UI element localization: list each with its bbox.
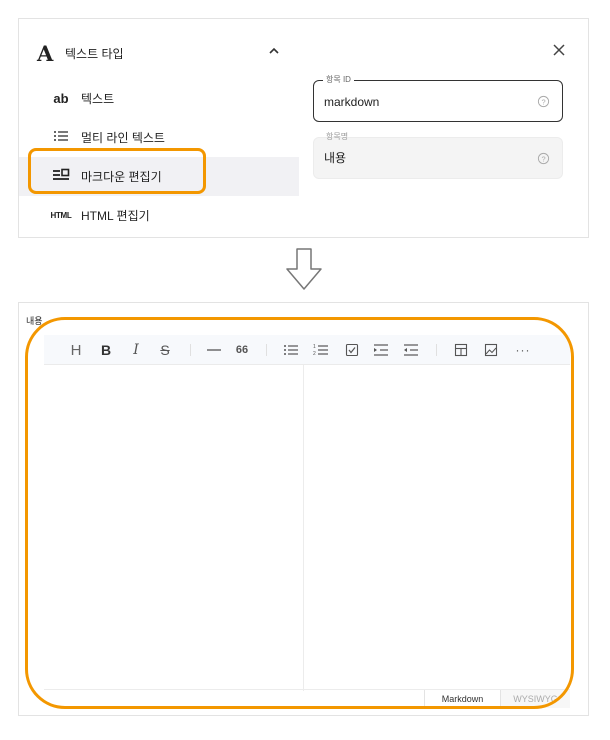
- type-selector-title: 텍스트 타입: [65, 47, 124, 61]
- type-item-html-editor[interactable]: HTML HTML 편집기: [19, 196, 299, 235]
- toolbar-separator: [190, 344, 191, 356]
- type-item-text[interactable]: ab 텍스트: [19, 79, 299, 118]
- type-item-label: 텍스트: [81, 92, 115, 106]
- chevron-up-icon[interactable]: [267, 44, 281, 58]
- type-item-label: 멀티 라인 텍스트: [81, 131, 165, 145]
- image-icon[interactable]: [480, 335, 502, 365]
- toolbar-separator: [266, 344, 267, 356]
- svg-text:?: ?: [541, 97, 545, 106]
- help-icon[interactable]: ?: [537, 152, 550, 165]
- heading-icon[interactable]: H: [66, 335, 86, 365]
- more-options-icon[interactable]: ···: [512, 335, 534, 365]
- item-id-field[interactable]: 항목 ID ?: [313, 75, 563, 122]
- type-item-label: HTML 편집기: [81, 209, 150, 223]
- ab-text-icon: ab: [53, 91, 69, 106]
- svg-text:1: 1: [313, 344, 316, 350]
- outdent-icon[interactable]: [400, 335, 422, 365]
- item-id-label: 항목 ID: [323, 75, 354, 85]
- mode-tab-markdown[interactable]: Markdown: [424, 690, 500, 708]
- item-id-input[interactable]: [324, 95, 524, 109]
- font-a-icon: A: [37, 41, 54, 66]
- item-name-field[interactable]: 항목명 ?: [313, 132, 563, 179]
- task-list-icon[interactable]: [341, 335, 363, 365]
- down-arrow-icon: [286, 248, 322, 290]
- markdown-edit-area[interactable]: [44, 365, 570, 691]
- toolbar-separator: [436, 344, 437, 356]
- svg-text:2: 2: [313, 351, 316, 357]
- editor-toolbar: H B I S 66 1 2 ···: [44, 335, 570, 365]
- bold-icon[interactable]: B: [96, 335, 116, 365]
- indent-icon[interactable]: [370, 335, 392, 365]
- italic-icon[interactable]: I: [126, 335, 146, 365]
- table-icon[interactable]: [450, 335, 472, 365]
- list-lines-icon: [51, 129, 71, 146]
- help-icon[interactable]: ?: [537, 95, 550, 108]
- markdown-editor-panel: 내용 H B I S 66 1 2 ··· Markdown WYSIWYG: [18, 302, 589, 716]
- ordered-list-icon[interactable]: 1 2: [310, 335, 332, 365]
- html-icon: HTML: [50, 211, 72, 220]
- editor-label: 내용: [26, 316, 43, 326]
- item-name-input[interactable]: [324, 150, 524, 164]
- mode-switch-bar: Markdown WYSIWYG: [44, 689, 570, 708]
- strikethrough-icon[interactable]: S: [154, 335, 176, 365]
- bullet-list-icon[interactable]: [280, 335, 302, 365]
- mode-tab-wysiwyg[interactable]: WYSIWYG: [500, 690, 570, 708]
- preview-divider: [303, 365, 304, 691]
- horizontal-line-icon[interactable]: [204, 335, 224, 365]
- svg-text:?: ?: [541, 154, 545, 163]
- type-selector-header[interactable]: A 텍스트 타입: [19, 19, 299, 83]
- text-type-dialog: A 텍스트 타입 ab 텍스트 멀티 라인 텍스트 마크다운 편집기 HTML …: [18, 18, 589, 238]
- item-name-label: 항목명: [326, 132, 349, 141]
- close-icon[interactable]: [552, 43, 566, 57]
- quote-icon[interactable]: 66: [232, 335, 252, 365]
- selection-highlight: [28, 148, 206, 194]
